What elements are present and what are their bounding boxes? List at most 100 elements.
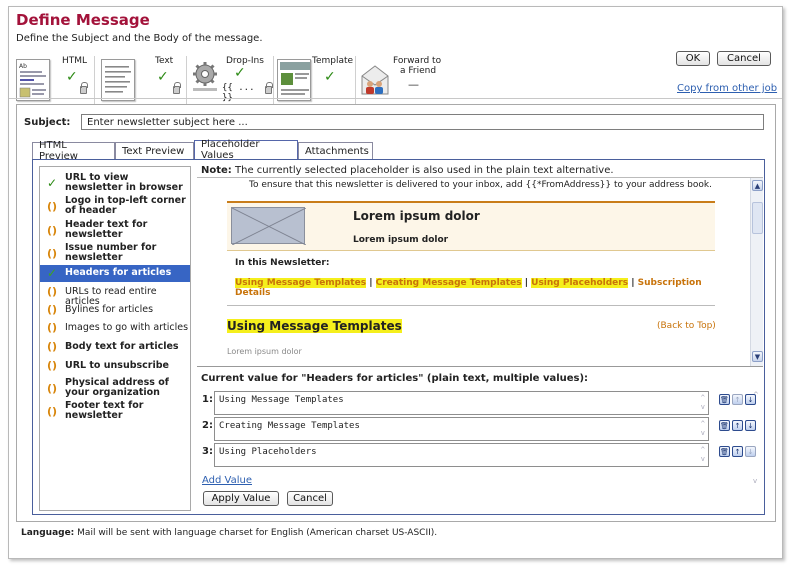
forward-label-line2: a Friend: [400, 66, 437, 76]
text-lock-icon: [173, 82, 181, 94]
tab-attachments[interactable]: Attachments: [298, 142, 373, 159]
textarea-scroll-up-icon: ^: [700, 420, 705, 428]
pending-icon: (): [47, 285, 58, 298]
pending-icon: (): [47, 247, 58, 260]
html-preview-frame[interactable]: To ensure that this newsletter is delive…: [197, 177, 763, 367]
template-thumbnail-icon: [277, 59, 311, 101]
subject-input[interactable]: [81, 114, 764, 130]
gear-icon: [190, 60, 220, 99]
check-icon: ✓: [47, 176, 58, 190]
template-tool[interactable]: Template ✓: [277, 52, 354, 110]
placeholder-item[interactable]: () Body text for articles: [40, 341, 190, 355]
template-check-icon: ✓: [324, 69, 336, 85]
forward-to-friend-tool[interactable]: Forward to a Friend —: [359, 52, 444, 110]
html-lock-icon: [80, 82, 88, 94]
delete-value-icon[interactable]: 🗑: [719, 420, 730, 431]
newsletter-header-title: Lorem ipsum dolor: [353, 209, 480, 223]
placeholder-item[interactable]: () Issue number for newsletter: [40, 243, 190, 265]
pending-icon: (): [47, 321, 58, 334]
move-up-icon[interactable]: ↑: [732, 446, 743, 457]
scroll-thumb[interactable]: [752, 202, 763, 234]
tab-text-preview[interactable]: Text Preview: [115, 142, 194, 159]
svg-text:Ab: Ab: [19, 63, 27, 70]
pending-icon: (): [47, 382, 58, 395]
text-body-tool[interactable]: Text ✓: [101, 52, 181, 110]
move-up-icon[interactable]: ↑: [732, 420, 743, 431]
value-row: 2: Creating Message Templates ^ v 🗑 ↑ ↓: [201, 417, 761, 441]
values-scrollbar[interactable]: ^ v: [753, 391, 763, 485]
toc-link[interactable]: Using Placeholders: [531, 278, 629, 288]
copy-from-other-job-link[interactable]: Copy from other job: [677, 83, 777, 94]
delete-value-icon[interactable]: 🗑: [719, 446, 730, 457]
forward-friend-icon: [359, 62, 391, 101]
toolbar-divider: [186, 56, 187, 108]
placeholder-item-selected[interactable]: ✓ Headers for articles: [40, 265, 190, 282]
tab-html-preview[interactable]: HTML Preview: [32, 140, 115, 162]
html-body-tool[interactable]: Ab HTML ✓: [16, 52, 91, 110]
toolbar-divider: [273, 56, 274, 108]
apply-value-button[interactable]: Apply Value: [203, 491, 279, 506]
text-label: Text: [155, 56, 174, 66]
textarea-scroll-down-icon: v: [700, 403, 705, 411]
scroll-up-icon[interactable]: ▲: [752, 180, 763, 191]
drop-ins-tool[interactable]: Drop-Ins ✓ {{ ... }}: [190, 52, 273, 110]
back-to-top-link[interactable]: (Back to Top): [657, 321, 716, 331]
pending-icon: (): [47, 200, 58, 213]
page-title: Define Message: [16, 11, 150, 29]
textarea-scroll-up-icon: ^: [700, 446, 705, 454]
placeholder-item[interactable]: () URL to unsubscribe: [40, 360, 190, 374]
add-value-link[interactable]: Add Value: [202, 475, 252, 486]
placeholder-item[interactable]: ✓ URL to view newsletter in browser: [40, 173, 190, 195]
pending-icon: (): [47, 224, 58, 237]
value-textarea[interactable]: Creating Message Templates ^ v: [214, 417, 709, 441]
toc-link[interactable]: Creating Message Templates: [375, 278, 522, 288]
newsletter-header-subtitle: Lorem ipsum dolor: [353, 235, 449, 245]
placeholder-item[interactable]: () Header text for newsletter: [40, 220, 190, 242]
delete-value-icon[interactable]: 🗑: [719, 394, 730, 405]
values-scroll-down-icon[interactable]: v: [753, 477, 757, 485]
cancel-button[interactable]: Cancel: [717, 51, 771, 66]
drop-ins-code: {{ ... }}: [222, 83, 255, 103]
toc-link[interactable]: Using Message Templates: [235, 278, 367, 288]
message-panel: Subject: HTML Preview Text Preview Place…: [16, 104, 776, 522]
toolbar-divider: [355, 56, 356, 108]
placeholder-item[interactable]: () Images to go with articles: [40, 322, 190, 336]
cancel-value-button[interactable]: Cancel: [287, 491, 333, 506]
placeholder-item[interactable]: () Logo in top-left corner of header: [40, 196, 190, 218]
article-body: Lorem ipsum dolor: [227, 347, 302, 356]
html-check-icon: ✓: [66, 69, 78, 85]
placeholder-item[interactable]: () URLs to read entire articles: [40, 285, 190, 307]
value-textarea[interactable]: Using Placeholders ^ v: [214, 443, 709, 467]
placeholder-item[interactable]: () Bylines for articles: [40, 304, 190, 318]
newsletter-header: Lorem ipsum dolor Lorem ipsum dolor: [227, 201, 715, 251]
textarea-scroll-down-icon: v: [700, 429, 705, 437]
value-row: 1: Using Message Templates ^ v 🗑 ↑ ↓: [201, 391, 761, 415]
placeholder-item[interactable]: () Footer text for newsletter: [40, 401, 190, 423]
template-label: Template: [312, 56, 354, 66]
pending-icon: (): [47, 359, 58, 372]
drop-ins-check-icon: ✓: [234, 65, 246, 81]
tab-placeholder-values[interactable]: Placeholder Values: [194, 139, 298, 161]
newsletter-toc: Using Message Templates | Creating Messa…: [235, 278, 702, 298]
value-textarea[interactable]: Using Message Templates ^ v: [214, 391, 709, 415]
toolbar-divider: [94, 56, 95, 108]
in-this-newsletter-heading: In this Newsletter:: [235, 258, 330, 268]
values-scroll-up-icon[interactable]: ^: [753, 391, 759, 399]
pending-icon: (): [47, 340, 58, 353]
preview-divider: [227, 305, 715, 306]
text-thumbnail-icon: [101, 59, 135, 101]
page-subtitle: Define the Subject and the Body of the m…: [16, 33, 263, 44]
check-icon: ✓: [47, 266, 58, 280]
article-title: Using Message Templates: [227, 319, 402, 333]
pending-icon: (): [47, 405, 58, 418]
logo-placeholder-icon: [231, 207, 307, 246]
placeholder-list: ✓ URL to view newsletter in browser () L…: [39, 166, 191, 511]
value-row: 3: Using Placeholders ^ v 🗑 ↑ ↓: [201, 443, 761, 467]
language-info: Language: Mail will be sent with languag…: [21, 528, 438, 538]
scroll-down-icon[interactable]: ▼: [752, 351, 763, 362]
preview-scrollbar[interactable]: ▲ ▼: [750, 178, 763, 366]
forward-status: —: [408, 78, 419, 91]
placeholder-item[interactable]: () Physical address of your organization: [40, 378, 190, 400]
ok-button[interactable]: OK: [676, 51, 710, 66]
define-message-window: Define Message Define the Subject and th…: [8, 6, 783, 559]
